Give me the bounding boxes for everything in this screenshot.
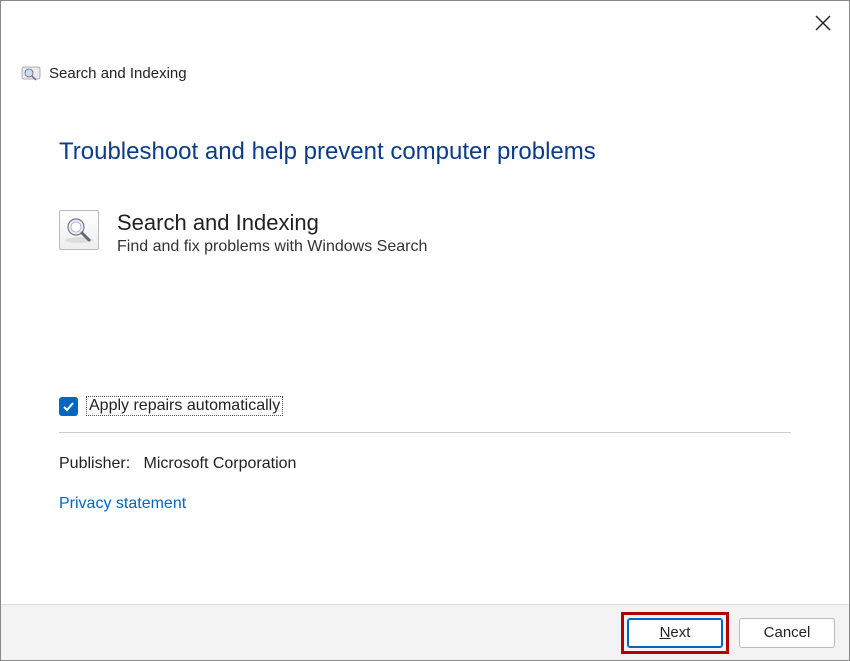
- module-text: Search and Indexing Find and fix problem…: [117, 210, 427, 256]
- main-heading: Troubleshoot and help prevent computer p…: [59, 138, 791, 166]
- close-icon: [815, 15, 831, 31]
- publisher-label: Publisher:: [59, 455, 130, 472]
- publisher-row: Publisher: Microsoft Corporation: [59, 455, 791, 473]
- apply-repairs-label[interactable]: Apply repairs automatically: [86, 396, 283, 416]
- window-header: Search and Indexing: [1, 49, 849, 83]
- checkmark-icon: [62, 400, 75, 413]
- module-description: Find and fix problems with Windows Searc…: [117, 238, 427, 256]
- search-indexing-icon: [59, 210, 99, 250]
- cancel-button-label: Cancel: [764, 624, 811, 641]
- footer: Next Cancel: [1, 604, 849, 660]
- module-title: Search and Indexing: [117, 210, 427, 236]
- close-button[interactable]: [813, 13, 833, 33]
- highlight-box: Next: [621, 612, 729, 654]
- next-button[interactable]: Next: [627, 618, 723, 648]
- apply-repairs-checkbox[interactable]: [59, 397, 78, 416]
- privacy-statement-link[interactable]: Privacy statement: [59, 495, 791, 513]
- next-button-label: Next: [660, 624, 691, 641]
- content-area: Troubleshoot and help prevent computer p…: [1, 83, 849, 513]
- publisher-value: Microsoft Corporation: [144, 455, 297, 472]
- divider: [59, 432, 791, 433]
- module-row: Search and Indexing Find and fix problem…: [59, 210, 791, 256]
- troubleshooter-icon: [21, 63, 41, 83]
- header-title: Search and Indexing: [49, 65, 187, 82]
- apply-repairs-row: Apply repairs automatically: [59, 396, 791, 416]
- cancel-button[interactable]: Cancel: [739, 618, 835, 648]
